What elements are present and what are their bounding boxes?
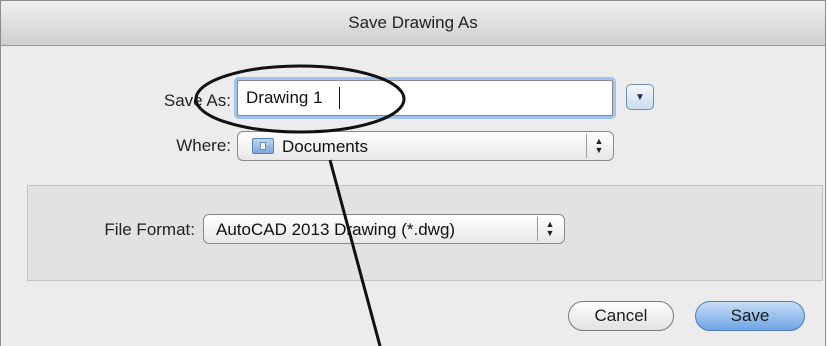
where-label: Where: [176,136,231,155]
save-as-label: Save As: [163,91,231,110]
filename-input[interactable] [237,80,613,116]
dialog-title: Save Drawing As [1,1,825,46]
disclosure-triangle-icon: ▼ [635,91,645,103]
file-format-selected-text: AutoCAD 2013 Drawing (*.dwg) [216,220,456,239]
save-button[interactable]: Save [695,301,805,331]
up-down-arrows-icon: ▲ ▼ [537,217,562,241]
file-format-label: File Format: [104,220,195,239]
expand-dialog-button[interactable]: ▼ [626,84,654,110]
text-cursor [339,87,340,109]
where-selected-text: Documents [282,137,368,156]
file-format-popup-button[interactable]: AutoCAD 2013 Drawing (*.dwg) ▲ ▼ [203,214,565,244]
where-popup-button[interactable]: Documents ▲ ▼ [237,131,614,161]
up-down-arrows-icon: ▲ ▼ [586,134,611,158]
cancel-button[interactable]: Cancel [568,301,674,331]
save-drawing-dialog: Save Drawing As Save As: ▼ Where: Docume… [0,0,826,346]
documents-folder-icon [252,138,274,154]
